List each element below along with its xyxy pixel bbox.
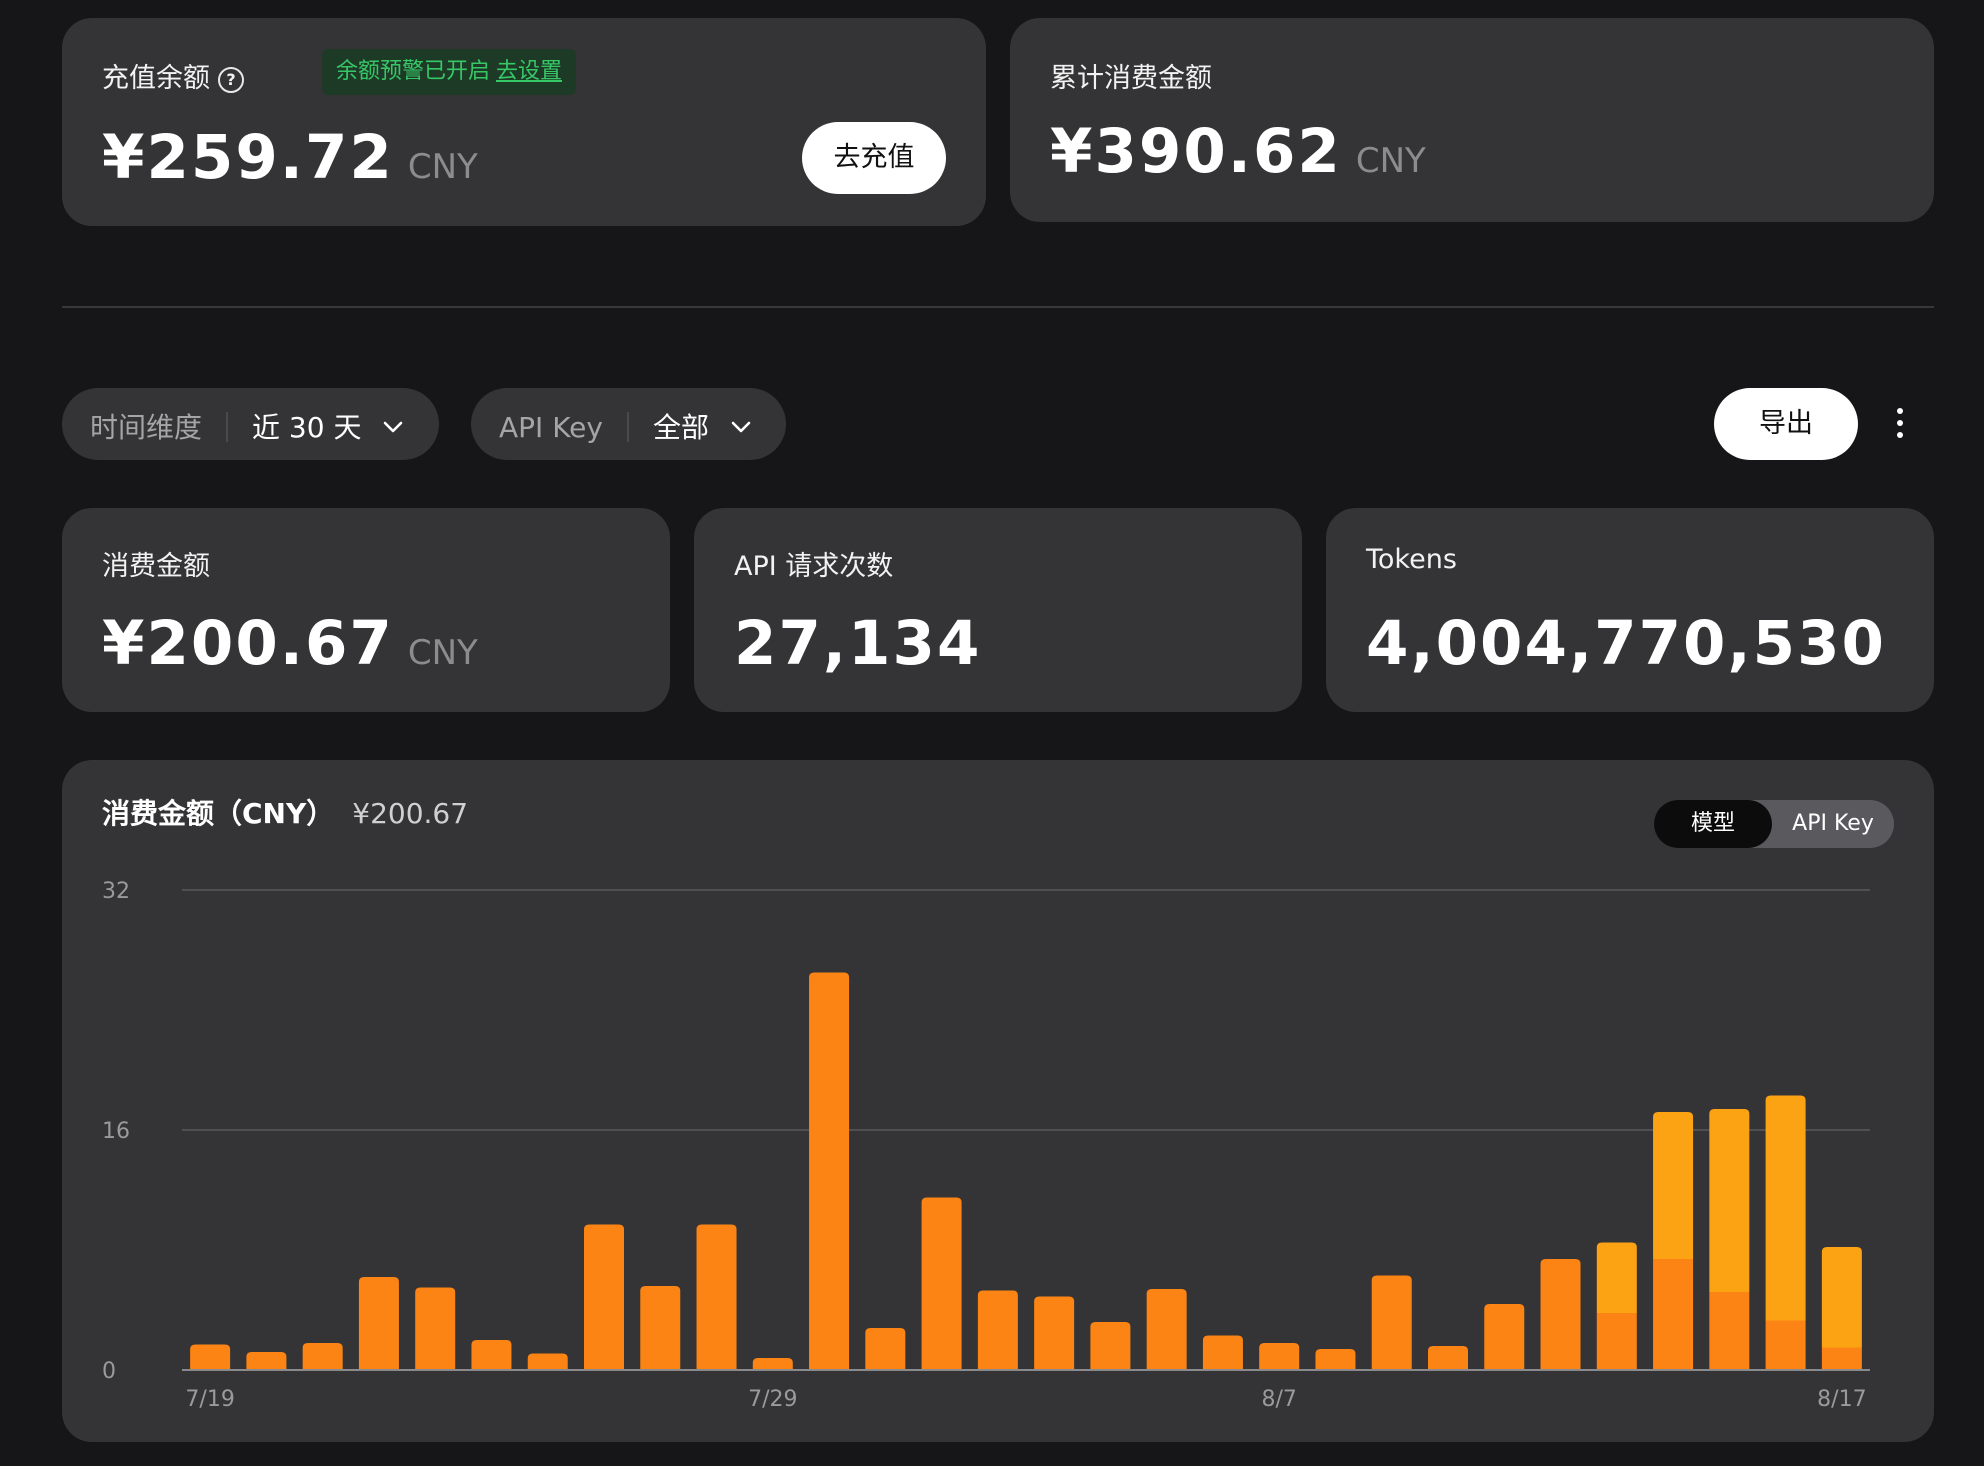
x-tick-label: 7/19 xyxy=(185,1387,234,1412)
time-filter-label: 时间维度 xyxy=(90,411,203,444)
balance-title-text: 充值余额 xyxy=(102,63,210,94)
x-tick-label: 8/17 xyxy=(1817,1387,1866,1412)
bar-8-3-s0 xyxy=(1034,1296,1075,1370)
stat-value: 4,004,770,530 xyxy=(1366,608,1886,679)
bar-7-19-s0 xyxy=(190,1344,231,1370)
y-tick-label: 0 xyxy=(102,1359,116,1384)
bar-7-27-s0 xyxy=(640,1286,681,1370)
chevron-down-icon xyxy=(383,388,403,460)
bar-7-30-s0 xyxy=(809,972,850,1370)
bar-8-16-s0 xyxy=(1765,1320,1806,1370)
bar-8-15-s1 xyxy=(1709,1109,1750,1292)
time-range-filter[interactable]: 时间维度 近 30 天 xyxy=(62,388,439,460)
more-options-icon[interactable] xyxy=(1892,408,1908,442)
bar-8-12-s0 xyxy=(1540,1259,1581,1370)
total-amount-row: ¥390.62 CNY xyxy=(1050,116,1426,187)
help-icon[interactable]: ? xyxy=(218,67,244,93)
bar-8-15-s0 xyxy=(1709,1292,1750,1370)
bar-7-20-s0 xyxy=(246,1352,287,1370)
bar-7-31-s0 xyxy=(865,1328,906,1370)
x-tick-label: 8/7 xyxy=(1261,1387,1296,1412)
x-tick-label: 7/29 xyxy=(748,1387,797,1412)
bar-8-7-s0 xyxy=(1259,1343,1300,1370)
bar-7-22-s0 xyxy=(358,1277,399,1370)
section-divider xyxy=(62,306,1934,308)
bar-8-17-s1 xyxy=(1821,1247,1862,1348)
export-button[interactable]: 导出 xyxy=(1714,388,1858,460)
bar-7-23-s0 xyxy=(415,1287,456,1370)
total-spending-title: 累计消费金额 xyxy=(1050,63,1212,94)
apikey-filter-value: 全部 xyxy=(652,411,709,444)
bar-8-4-s0 xyxy=(1090,1322,1131,1370)
bar-8-6-s0 xyxy=(1202,1335,1243,1370)
bar-8-14-s0 xyxy=(1653,1259,1694,1370)
total-currency: CNY xyxy=(1355,141,1426,181)
chevron-down-icon xyxy=(731,388,751,460)
balance-card: 充值余额? 余额预警已开启 去设置 ¥259.72 CNY 去充值 xyxy=(62,18,986,226)
stat-card-requests: API 请求次数 27,134 xyxy=(694,508,1302,712)
bar-8-14-s1 xyxy=(1653,1112,1694,1259)
y-tick-label: 16 xyxy=(102,1119,130,1144)
warning-settings-link[interactable]: 去设置 xyxy=(496,59,562,84)
y-tick-label: 32 xyxy=(102,879,130,904)
balance-currency: CNY xyxy=(407,147,478,187)
bar-8-8-s0 xyxy=(1315,1349,1356,1370)
balance-amount: ¥259.72 xyxy=(102,122,394,193)
total-amount: ¥390.62 xyxy=(1050,116,1342,187)
balance-warning-badge: 余额预警已开启 去设置 xyxy=(322,49,577,95)
bar-8-16-s1 xyxy=(1765,1095,1806,1321)
warning-text: 余额预警已开启 xyxy=(336,59,491,84)
bar-8-5-s0 xyxy=(1146,1289,1187,1370)
bar-8-10-s0 xyxy=(1428,1346,1468,1370)
filter-separator xyxy=(226,412,229,442)
stat-currency: CNY xyxy=(407,633,478,673)
stat-value: 27,134 xyxy=(734,608,982,679)
stat-value-row: ¥200.67 CNY xyxy=(102,608,478,679)
time-filter-value: 近 30 天 xyxy=(252,411,362,444)
bar-7-21-s0 xyxy=(302,1343,343,1370)
balance-title: 充值余额? xyxy=(102,56,244,95)
bar-8-9-s0 xyxy=(1371,1275,1412,1370)
bar-8-1-s0 xyxy=(921,1197,962,1370)
bar-7-25-s0 xyxy=(527,1353,568,1370)
stat-value: ¥200.67 xyxy=(102,608,394,679)
recharge-button[interactable]: 去充值 xyxy=(802,122,946,194)
bar-8-11-s0 xyxy=(1484,1304,1525,1370)
total-spending-card: 累计消费金额 ¥390.62 CNY xyxy=(1010,18,1934,222)
spending-chart-card: 消费金额（CNY） ¥200.67 模型 API Key 0 16 32 7/19 7/2… xyxy=(62,760,1934,1442)
apikey-filter[interactable]: API Key 全部 xyxy=(471,388,786,460)
balance-amount-row: ¥259.72 CNY xyxy=(102,122,478,193)
stat-title: Tokens xyxy=(1366,544,1457,575)
stat-card-tokens: Tokens 4,004,770,530 xyxy=(1326,508,1934,712)
bar-7-29-s0 xyxy=(752,1358,793,1370)
bar-7-28-s0 xyxy=(696,1224,737,1370)
bar-7-24-s0 xyxy=(471,1340,512,1370)
bar-chart: 0 16 32 7/19 7/29 8/7 8/17 xyxy=(102,879,1870,1412)
bar-7-26-s0 xyxy=(584,1224,624,1370)
bar-8-13-s0 xyxy=(1596,1313,1637,1370)
stat-title: 消费金额 xyxy=(102,551,210,582)
stat-card-spending: 消费金额 ¥200.67 CNY xyxy=(62,508,670,712)
bar-8-13-s1 xyxy=(1596,1242,1637,1313)
bar-8-17-s0 xyxy=(1821,1347,1862,1370)
apikey-filter-label: API Key xyxy=(499,411,603,444)
bar-8-2-s0 xyxy=(977,1290,1018,1370)
filter-separator xyxy=(626,412,629,442)
stat-title: API 请求次数 xyxy=(734,551,894,582)
